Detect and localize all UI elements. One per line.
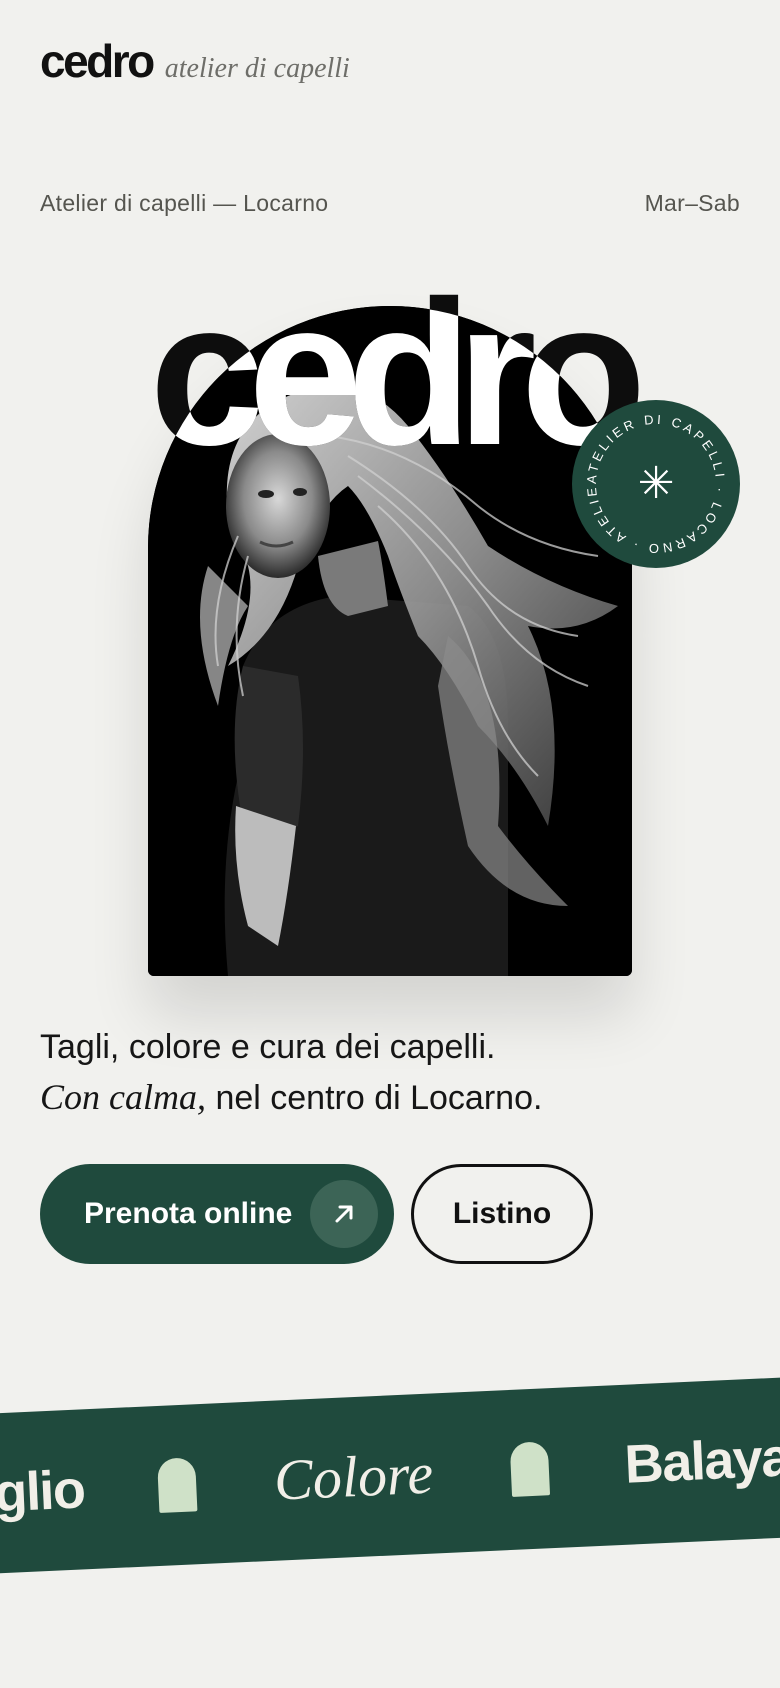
asterisk-icon: ✳ — [637, 459, 675, 508]
brand-logo[interactable]: cedro atelier di capelli — [40, 38, 350, 84]
brand-tagline: atelier di capelli — [164, 53, 350, 84]
meta-row: Atelier di capelli — Locarno Mar–Sab — [40, 190, 740, 217]
headline-italic: Con calma, — [40, 1077, 206, 1117]
page: cedro atelier di capelli Atelier di cape… — [0, 0, 780, 1688]
marquee-item: Taglio — [0, 1459, 86, 1526]
arrow-up-right-icon — [310, 1180, 378, 1248]
arch-icon — [157, 1457, 198, 1513]
headline-line-1: Tagli, colore e cura dei capelli. — [40, 1028, 496, 1066]
services-marquee: Taglio Colore Balayage — [0, 1375, 780, 1575]
book-online-button[interactable]: Prenota online — [40, 1164, 394, 1264]
headline-rest: nel centro di Locarno. — [206, 1079, 543, 1117]
opening-days-label: Mar–Sab — [644, 190, 740, 216]
book-online-label: Prenota online — [84, 1197, 293, 1230]
headline-line-2: Con calma, nel centro di Locarno. — [40, 1072, 740, 1123]
marquee-item: Colore — [272, 1440, 435, 1513]
brand-name: cedro — [40, 35, 155, 87]
marquee-item: Balayage — [623, 1424, 780, 1495]
hero-wordmark: cedro cedro — [150, 260, 655, 488]
price-list-label: Listino — [452, 1197, 552, 1230]
arch-icon — [509, 1441, 551, 1497]
price-list-button[interactable]: Listino — [411, 1164, 593, 1264]
hero-headline: Tagli, colore e cura dei capelli. Con ca… — [40, 1022, 740, 1123]
hero: cedro cedro ATELIER DI CAPELLI · LOCARNO… — [0, 260, 780, 980]
atelier-badge: ATELIER DI CAPELLI · LOCARNO · ATELIER ·… — [572, 400, 740, 568]
location-label: Atelier di capelli — Locarno — [40, 190, 329, 216]
